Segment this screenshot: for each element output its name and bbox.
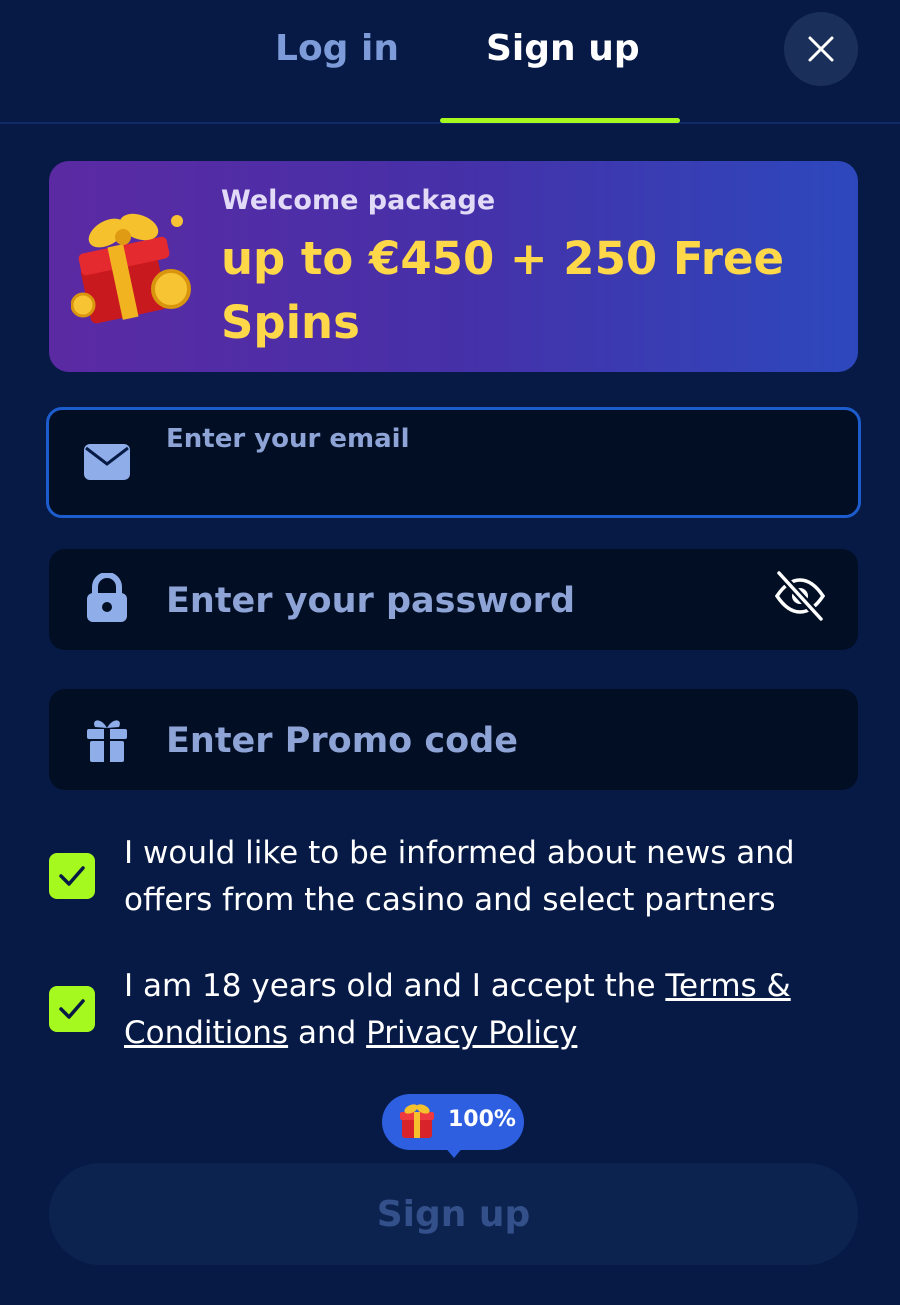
eye-off-icon[interactable] [773,569,827,623]
checkmark-icon [59,866,85,886]
news-consent-text: I would like to be informed about news a… [124,835,795,918]
checkmark-icon [59,999,85,1019]
gift-icon [400,1104,434,1138]
promo-title: up to €450 + 250 Free Spins [221,232,784,349]
lock-icon [82,573,132,623]
promo-subtitle: Welcome package [221,185,496,216]
promo-code-input[interactable] [164,714,748,768]
bonus-badge: 100% [382,1094,524,1158]
tab-signup[interactable]: Sign up [486,24,640,74]
terms-consent-text: I am 18 years old and I accept the Terms… [124,963,854,1057]
terms-text-middle: and [288,1015,367,1051]
tab-login[interactable]: Log in [275,24,399,74]
active-tab-indicator [440,118,680,123]
privacy-link[interactable]: Privacy Policy [366,1015,577,1051]
auth-header: Log in Sign up [0,0,900,124]
promo-code-field[interactable] [49,689,858,790]
password-field[interactable] [49,549,858,650]
gift-icon [71,213,191,324]
news-consent-checkbox[interactable] [49,853,95,899]
mail-icon [82,437,132,487]
close-button[interactable] [784,12,858,86]
terms-text-before: I am 18 years old and I accept the [124,968,666,1004]
email-label: Enter your email [166,424,410,454]
email-input[interactable] [164,460,808,502]
terms-consent-checkbox[interactable] [49,986,95,1032]
welcome-package-banner: Welcome package up to €450 + 250 Free Sp… [49,161,858,372]
bonus-percent: 100% [448,1107,516,1132]
password-input[interactable] [164,574,748,628]
gift-icon [82,714,132,764]
close-icon [808,36,834,62]
email-field[interactable]: Enter your email [46,407,861,518]
sign-up-button[interactable]: Sign up [49,1163,858,1265]
